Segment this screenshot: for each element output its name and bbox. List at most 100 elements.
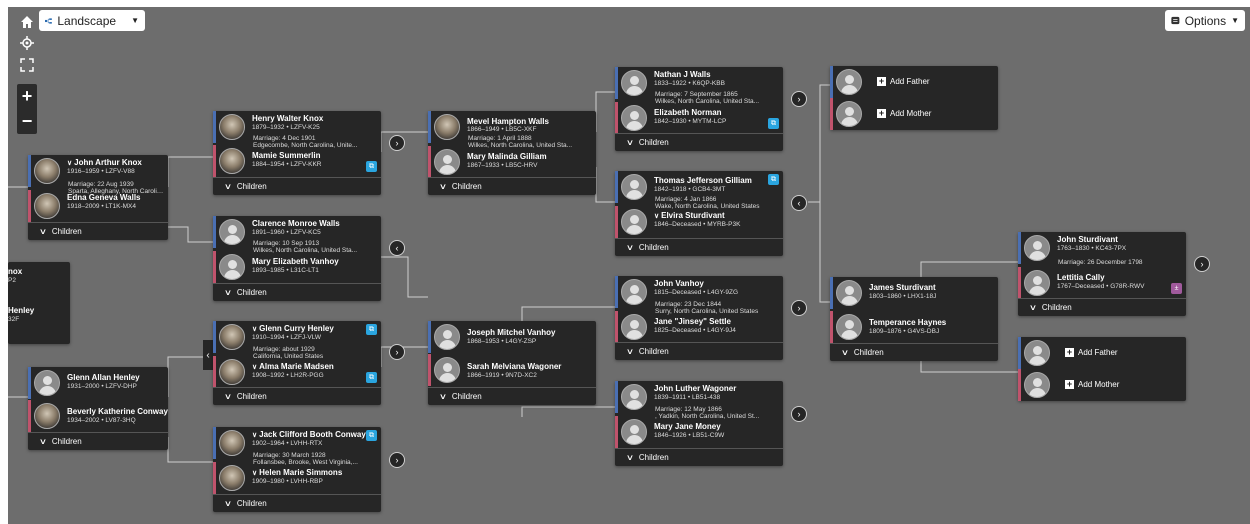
caret-down-icon: ▼	[1231, 16, 1239, 25]
add-father-row[interactable]: + Add Father	[1018, 337, 1186, 369]
family-card-jcconway[interactable]: ∨ Jack Clifford Booth Conway 1902–1964 • …	[213, 427, 381, 512]
person-wife[interactable]: ∨ Alma Marie Madsen 1908–1992 • LH2R-PGG	[213, 356, 381, 388]
person-husband[interactable]: James Sturdivant 1803–1860 • LHX1-18J	[830, 277, 998, 309]
add-father-label: Add Father	[890, 77, 930, 86]
family-card-hwknox[interactable]: Henry Walter Knox 1879–1932 • LZFV-K25 M…	[213, 111, 381, 195]
expand-right-icon[interactable]: ›	[1194, 256, 1210, 272]
person-dates: 1893–1985 • L31C-LT1	[252, 267, 319, 274]
person-dates: 1815–Deceased • L4GY-9ZG	[654, 289, 739, 296]
crosshair-icon[interactable]	[18, 34, 36, 52]
children-toggle[interactable]: ∨ Children	[830, 343, 998, 361]
person-wife[interactable]: ∨ Helen Marie Simmons 1909–1980 • LVHH-RB…	[213, 462, 381, 494]
zoom-in-button[interactable]: +	[17, 84, 37, 109]
chevron-down-icon[interactable]: ∨	[252, 432, 257, 439]
person-wife[interactable]: Mary Elizabeth Vanhoy 1893–1985 • L31C-L…	[213, 251, 381, 283]
collapse-left-icon[interactable]: ‹	[203, 340, 213, 370]
person-silhouette-icon	[1024, 270, 1050, 296]
person-husband[interactable]: Glenn Allan Henley 1931–2000 • LZFV-DHP	[28, 367, 168, 399]
family-card-knox[interactable]: ∨ John Arthur Knox 1916–1959 • LZFV-V88 M…	[28, 155, 168, 240]
person-dates: 1934–2002 • LV87-3HQ	[67, 417, 136, 424]
children-toggle[interactable]: ∨ Children	[213, 283, 381, 301]
fullscreen-icon[interactable]	[18, 56, 36, 74]
person-wife[interactable]: Elizabeth Norman 1842–1930 • MYTM-LCP	[615, 102, 783, 134]
chevron-down-icon: ∨	[625, 453, 635, 462]
children-toggle[interactable]: ∨ Children	[615, 342, 783, 360]
record-hint-icon[interactable]: ⧉	[366, 430, 377, 441]
home-icon[interactable]	[18, 13, 36, 31]
options-dropdown[interactable]: Options ▼	[1165, 10, 1245, 31]
person-wife[interactable]: Mary Jane Money 1846–1926 • LB51-C9W	[615, 416, 783, 448]
family-card-jlwagoner[interactable]: John Luther Wagoner 1839–1911 • LB51-438…	[615, 381, 783, 466]
family-card-mhwalls[interactable]: Mevel Hampton Walls 1866–1949 • LB5C-XKF…	[428, 111, 596, 195]
children-toggle[interactable]: ∨ Children	[28, 432, 168, 450]
expand-right-icon[interactable]: ›	[791, 91, 807, 107]
zoom-out-button[interactable]: −	[17, 109, 37, 134]
family-card-partial[interactable]: nox P2 Henley 32F	[8, 262, 70, 344]
add-mother-row[interactable]: + Add Mother	[1018, 369, 1186, 401]
add-parents-card[interactable]: + Add Father + Add Mother	[830, 66, 998, 130]
add-father-row[interactable]: + Add Father	[830, 66, 998, 98]
family-card-jvanhoy[interactable]: John Vanhoy 1815–Deceased • L4GY-9ZG Mar…	[615, 276, 783, 360]
person-wife[interactable]: Beverly Katherine Conway 1934–2002 • LV8…	[28, 400, 168, 432]
children-toggle[interactable]: ∨ Children	[615, 448, 783, 466]
children-toggle[interactable]: ∨ Children	[428, 177, 596, 195]
person-name: Henry Walter Knox	[252, 114, 324, 123]
person-wife[interactable]: Lettitia Cally 1767–Deceased • G78R-RWV	[1018, 267, 1186, 299]
marriage-date: Marriage: 23 Dec 1844	[655, 301, 722, 308]
person-wife[interactable]: ∨ Elvira Sturdivant 1846–Deceased • MYRB-…	[615, 206, 783, 238]
person-name: Alma Marie Madsen	[259, 362, 334, 371]
children-toggle[interactable]: ∨ Children	[213, 387, 381, 405]
chevron-down-icon: ∨	[38, 437, 48, 446]
expand-right-icon[interactable]: ›	[389, 452, 405, 468]
expand-left-icon[interactable]: ‹	[389, 240, 405, 256]
chevron-down-icon[interactable]: ∨	[252, 470, 257, 477]
add-mother-row[interactable]: + Add Mother	[830, 98, 998, 130]
expand-right-icon[interactable]: ›	[389, 344, 405, 360]
marriage-date: Marriage: 4 Jan 1866	[655, 196, 717, 203]
person-wife[interactable]: Mamie Summerlin 1884–1954 • LZFV-KKR	[213, 145, 381, 177]
children-toggle[interactable]: ∨ Children	[1018, 298, 1186, 316]
family-card-gchenley[interactable]: ∨ Glenn Curry Henley 1910–1994 • LZFJ-VLW…	[213, 321, 381, 405]
person-wife[interactable]: Temperance Haynes 1809–1876 • G4VS-DBJ	[830, 311, 998, 343]
layout-dropdown[interactable]: Landscape ▼	[39, 10, 145, 31]
expand-right-icon[interactable]: ›	[791, 406, 807, 422]
children-toggle[interactable]: ∨ Children	[615, 238, 783, 256]
chevron-down-icon: ∨	[223, 392, 233, 401]
record-hint-icon[interactable]: ⧉	[768, 118, 779, 129]
family-card-njwalls[interactable]: Nathan J Walls 1833–1922 • K6QP-KBB Marr…	[615, 67, 783, 151]
person-name: John Luther Wagoner	[654, 384, 737, 393]
person-dates: 1842–1918 • GCB4-3MT	[654, 186, 726, 193]
record-hint-icon[interactable]: ⧉	[366, 161, 377, 172]
children-toggle[interactable]: ∨ Children	[213, 494, 381, 512]
family-card-josturdivant[interactable]: John Sturdivant 1763–1830 • KC43-7PX Mar…	[1018, 232, 1186, 316]
person-wife[interactable]: Mary Malinda Gilliam 1867–1933 • LB5C-HR…	[428, 146, 596, 178]
person-husband[interactable]: Joseph Mitchel Vanhoy 1868–1953 • L4GY-Z…	[428, 321, 596, 353]
chevron-down-icon[interactable]: ∨	[252, 364, 257, 371]
children-toggle[interactable]: ∨ Children	[213, 177, 381, 195]
children-toggle[interactable]: ∨ Children	[28, 222, 168, 240]
children-toggle[interactable]: ∨ Children	[615, 133, 783, 151]
record-hint-icon[interactable]: ⧉	[768, 174, 779, 185]
expand-right-icon[interactable]: ›	[791, 300, 807, 316]
expand-right-icon[interactable]: ›	[389, 135, 405, 151]
family-card-jsturdivant[interactable]: James Sturdivant 1803–1860 • LHX1-18J Te…	[830, 277, 998, 361]
person-dates: 1846–1926 • LB51-C9W	[654, 432, 725, 439]
expand-left-icon[interactable]: ‹	[791, 195, 807, 211]
person-name: Clarence Monroe Walls	[252, 219, 340, 228]
tree-canvas[interactable]: + − Landscape ▼ Options ▼ nox P2 Henley …	[8, 7, 1250, 524]
family-card-cmwalls[interactable]: Clarence Monroe Walls 1891–1960 • LZFV-K…	[213, 216, 381, 301]
person-wife[interactable]: Sarah Melviana Wagoner 1866–1919 • 9N7D-…	[428, 354, 596, 386]
children-toggle[interactable]: ∨ Children	[428, 387, 596, 405]
data-problem-icon[interactable]: ±	[1171, 283, 1182, 294]
family-card-henley[interactable]: Glenn Allan Henley 1931–2000 • LZFV-DHP …	[28, 367, 168, 450]
add-parents-card[interactable]: + Add Father + Add Mother	[1018, 337, 1186, 401]
chevron-down-icon[interactable]: ∨	[67, 160, 72, 167]
record-hint-icon[interactable]: ⧉	[366, 372, 377, 383]
family-card-jmvanhoy[interactable]: Joseph Mitchel Vanhoy 1868–1953 • L4GY-Z…	[428, 321, 596, 405]
family-card-tjgilliam[interactable]: Thomas Jefferson Gilliam 1842–1918 • GCB…	[615, 171, 783, 256]
record-hint-icon[interactable]: ⧉	[366, 324, 377, 335]
person-wife[interactable]: Edna Geneva Walls 1918–2009 • LT1K-MX4	[28, 190, 168, 222]
person-wife[interactable]: Jane "Jinsey" Settle 1825–Deceased • L4G…	[615, 311, 783, 343]
chevron-down-icon[interactable]: ∨	[654, 213, 659, 220]
chevron-down-icon[interactable]: ∨	[252, 326, 257, 333]
